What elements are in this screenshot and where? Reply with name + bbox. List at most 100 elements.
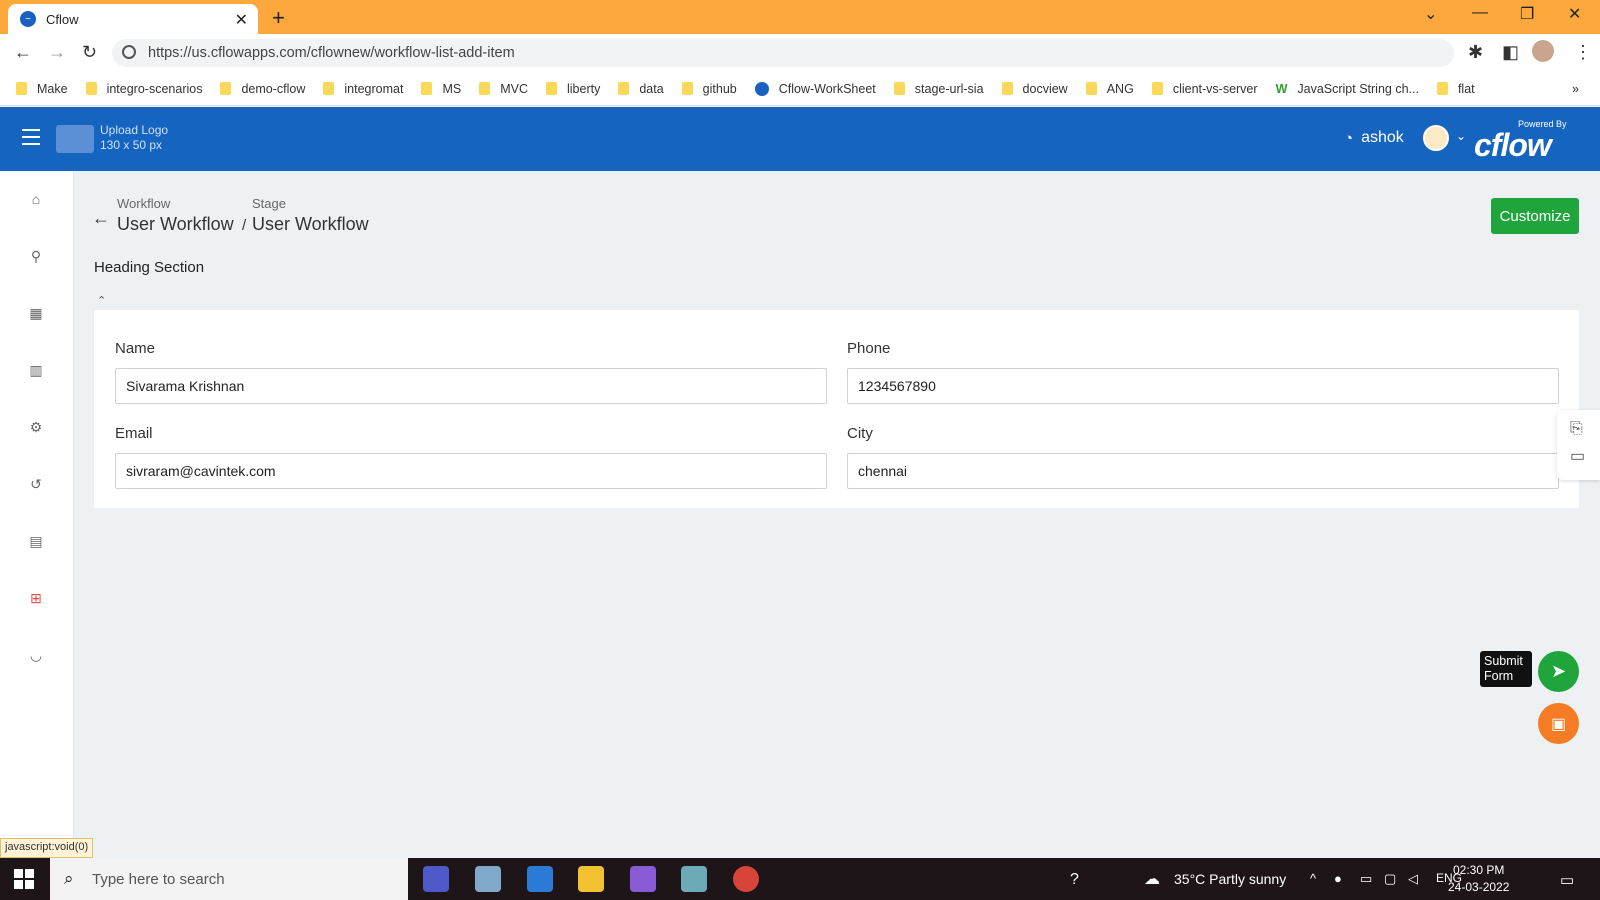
forward-icon[interactable]: → — [48, 42, 66, 63]
bookmark-item[interactable]: Cflow-WorkSheet — [754, 81, 876, 96]
comment-icon[interactable]: ▭ — [1570, 446, 1585, 466]
send-icon: ➤ — [1550, 661, 1567, 681]
bookmark-item[interactable]: client-vs-server — [1151, 82, 1258, 96]
site-info-icon[interactable] — [122, 45, 136, 59]
extensions-icon[interactable]: ✱ — [1468, 42, 1483, 63]
network-icon[interactable]: ▢ — [1384, 871, 1396, 887]
name-label: Name — [115, 340, 156, 357]
bookmark-item[interactable]: integromat — [323, 82, 403, 96]
bookmark-item[interactable]: W JavaScript String ch... — [1276, 82, 1419, 96]
bookmarks-overflow[interactable]: » — [1572, 82, 1579, 96]
tab-title: Cflow — [46, 11, 79, 27]
hamburger-menu-icon[interactable] — [22, 129, 40, 150]
org-chart-icon[interactable]: ⊞ — [26, 588, 46, 608]
folder-icon — [479, 82, 491, 95]
tab-search-icon[interactable]: ⌄ — [1424, 4, 1437, 24]
calendar-icon[interactable]: ▦ — [26, 303, 46, 323]
window-close-icon[interactable]: ✕ — [1568, 4, 1581, 24]
support-icon[interactable]: ◡ — [26, 645, 46, 665]
submit-form-button[interactable]: ➤ — [1538, 651, 1579, 692]
bookmark-item[interactable]: integro-scenarios — [85, 82, 202, 96]
bookmark-item[interactable]: liberty — [545, 82, 600, 96]
workflow-icon[interactable]: ⚲ — [26, 246, 46, 266]
bookmark-item[interactable]: data — [618, 82, 664, 96]
cflow-favicon-icon: ~ — [20, 11, 36, 27]
cflow-logo: cflow — [1474, 127, 1552, 163]
email-input[interactable] — [115, 453, 827, 489]
submit-tooltip: Submit Form — [1480, 651, 1532, 687]
section-heading: Heading Section — [94, 259, 205, 276]
name-input[interactable] — [115, 368, 827, 404]
user-settings-icon[interactable]: ⚙ — [26, 417, 46, 437]
side-panel-icon[interactable]: ◧ — [1502, 42, 1519, 63]
close-tab-icon[interactable]: ✕ — [235, 10, 248, 30]
stage-crumb-label: Stage — [252, 196, 286, 211]
back-arrow-icon[interactable]: ← — [92, 208, 110, 229]
chevron-up-icon[interactable]: ^ — [1310, 871, 1316, 886]
url-field[interactable]: https://us.cflowapps.com/cflownew/workfl… — [112, 39, 1454, 67]
back-icon[interactable]: ← — [14, 42, 32, 63]
workflow-crumb-value[interactable]: User Workflow — [117, 214, 234, 235]
bookmark-item[interactable]: stage-url-sia — [893, 82, 984, 96]
bookmark-item[interactable]: ANG — [1085, 82, 1134, 96]
visual-studio-icon[interactable] — [630, 866, 656, 892]
bookmark-item[interactable]: github — [681, 82, 737, 96]
status-bar-url: javascript:void(0) — [0, 838, 94, 858]
user-menu[interactable]: ◔ ashok — [1344, 129, 1404, 147]
attachment-icon[interactable]: ⎘ — [1570, 420, 1583, 438]
teams-icon[interactable] — [423, 866, 449, 892]
weather-text[interactable]: 35°C Partly sunny — [1174, 871, 1286, 887]
folder-icon — [85, 82, 97, 95]
new-tab-icon[interactable]: + — [272, 5, 285, 31]
customize-button[interactable]: Customize — [1491, 198, 1579, 234]
folder-icon — [323, 82, 335, 95]
battery-icon[interactable]: ▭ — [1360, 871, 1372, 887]
folder-icon — [1151, 82, 1163, 95]
city-label: City — [847, 425, 873, 442]
restore-icon[interactable]: ❐ — [1520, 4, 1534, 24]
file-explorer-icon[interactable] — [578, 866, 604, 892]
username: ashok — [1361, 129, 1404, 146]
app-icon[interactable] — [475, 866, 501, 892]
folder-icon — [1085, 82, 1097, 95]
bookmark-item[interactable]: MVC — [479, 82, 528, 96]
city-input[interactable] — [847, 453, 1559, 489]
reload-icon[interactable]: ↻ — [82, 42, 97, 63]
image-placeholder-icon[interactable] — [56, 125, 94, 153]
notifications-icon[interactable]: ▭ — [1560, 871, 1574, 889]
taskbar-search[interactable]: ⌕ Type here to search — [50, 858, 408, 900]
bookmark-item[interactable]: demo-cflow — [220, 82, 305, 96]
profile-avatar[interactable] — [1532, 40, 1554, 62]
collapse-chevron-icon[interactable]: ⌃ — [97, 294, 106, 307]
dashboard-icon[interactable]: ▤ — [26, 531, 46, 551]
chevron-down-icon[interactable]: ⌄ — [1456, 129, 1466, 143]
windows-start-icon[interactable] — [14, 869, 34, 889]
bookmark-item[interactable]: docview — [1001, 82, 1068, 96]
folder-icon — [545, 82, 557, 95]
avatar[interactable] — [1423, 125, 1449, 151]
phone-label: Phone — [847, 340, 891, 357]
remote-desktop-icon[interactable] — [527, 866, 553, 892]
bookmark-item[interactable]: MS — [421, 82, 461, 96]
bookmark-item[interactable]: Make — [16, 82, 68, 96]
url-text: https://us.cflowapps.com/cflownew/workfl… — [148, 45, 515, 61]
help-icon[interactable]: ? — [1070, 871, 1079, 889]
workflow-crumb-label: Workflow — [117, 196, 171, 211]
bookmark-item[interactable]: flat — [1436, 82, 1475, 96]
teams-tray-icon[interactable]: ● — [1334, 871, 1342, 886]
upload-logo-text[interactable]: Upload Logo 130 x 50 px — [100, 123, 168, 153]
home-icon[interactable]: ⌂ — [26, 189, 46, 209]
reports-icon[interactable]: ▥ — [26, 360, 46, 380]
windows-taskbar: ⌕ Type here to search ? ☁ 35°C Partly su… — [0, 858, 1600, 900]
volume-icon[interactable]: ◁ — [1408, 871, 1418, 887]
notepad-icon[interactable] — [681, 866, 707, 892]
minimize-icon[interactable]: — — [1472, 4, 1488, 22]
history-icon[interactable]: ↺ — [26, 474, 46, 494]
phone-input[interactable] — [847, 368, 1559, 404]
browser-menu-icon[interactable]: ⋮ — [1574, 42, 1592, 63]
chrome-icon[interactable] — [733, 866, 759, 892]
clock[interactable]: 02:30 PM 24-03-2022 — [1448, 862, 1509, 896]
browser-tab[interactable]: ~ Cflow ✕ — [8, 4, 258, 34]
save-draft-button[interactable]: ▣ — [1538, 703, 1579, 744]
folder-icon — [220, 82, 232, 95]
